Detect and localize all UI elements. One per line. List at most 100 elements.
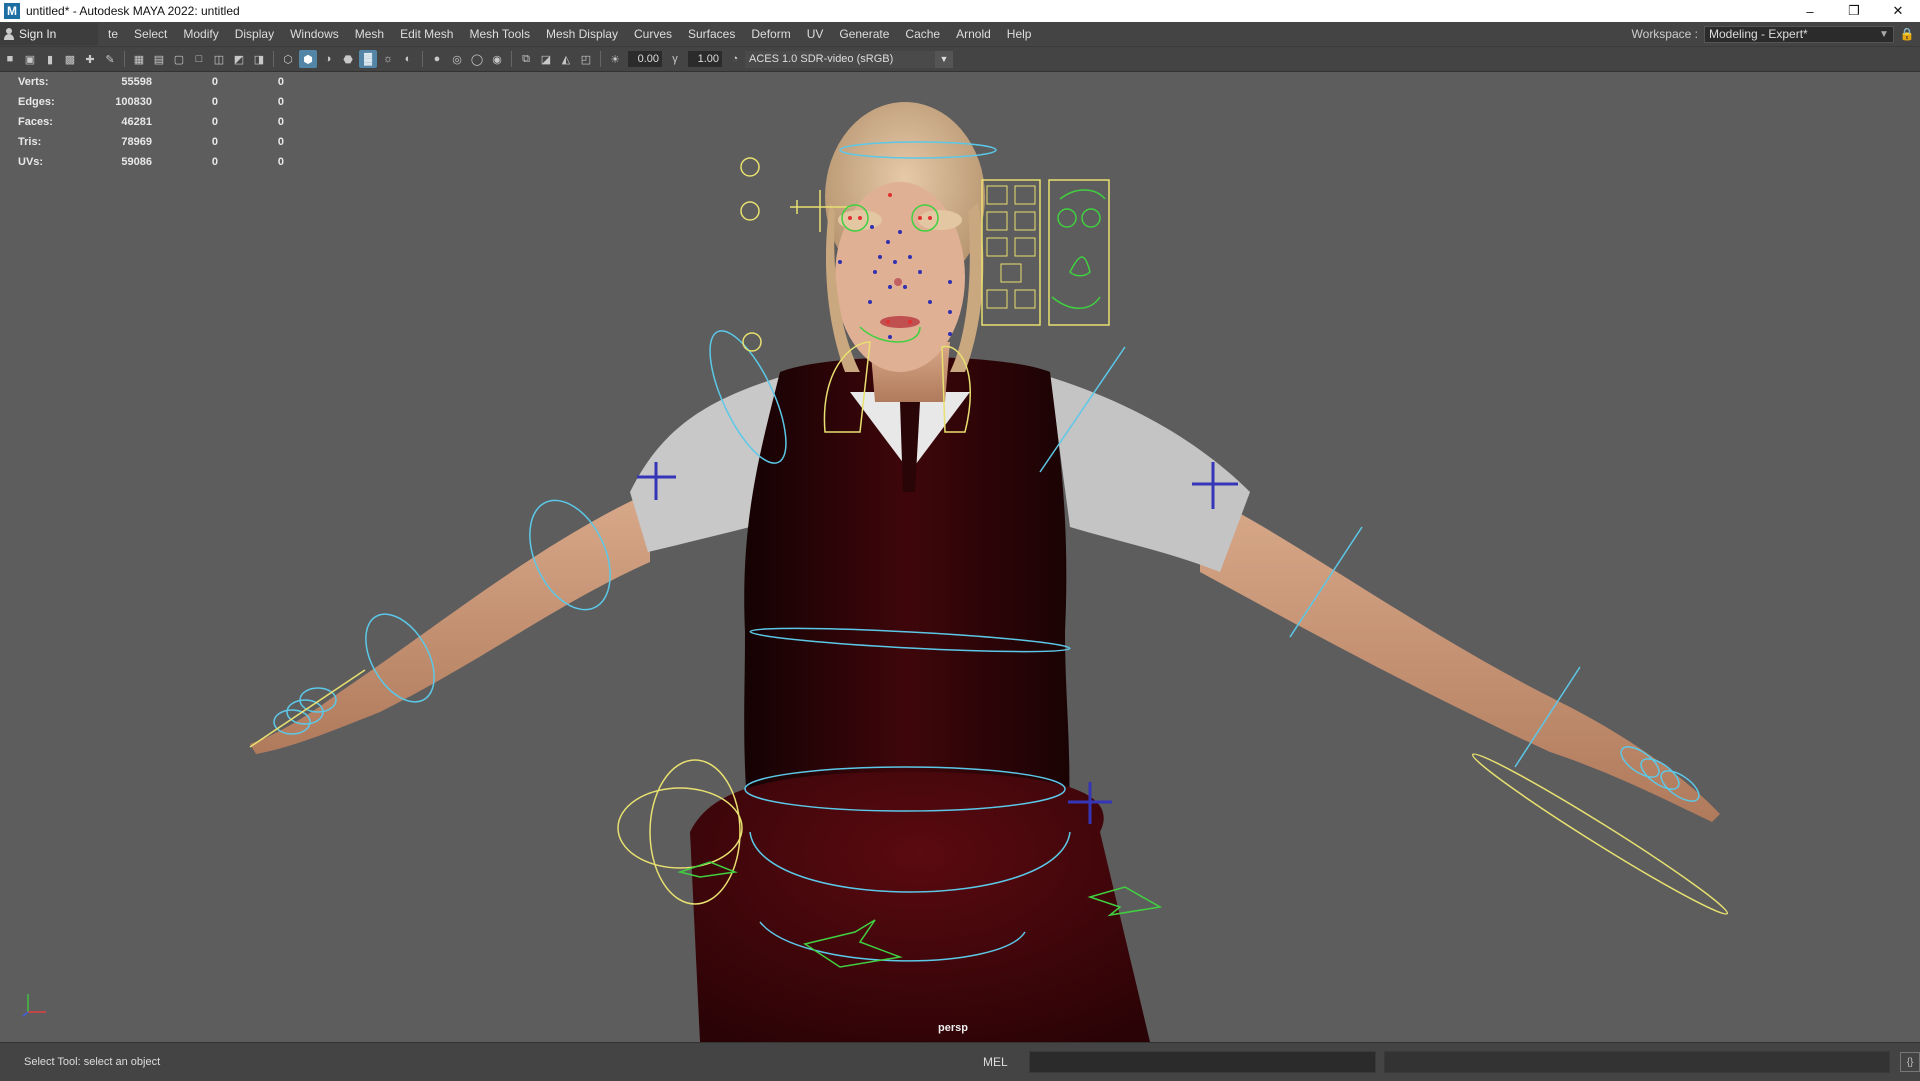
main-menubar: Sign In te Select Modify Display Windows… — [0, 22, 1920, 47]
smooth-shade-icon[interactable]: ⬢ — [299, 50, 317, 68]
use-all-lights-icon[interactable]: ☼ — [379, 50, 397, 68]
toolbar-divider — [124, 51, 125, 67]
gamma-field[interactable]: 1.00 — [688, 51, 722, 67]
maya-logo-icon: M — [4, 3, 20, 19]
view-axis-gizmo-icon — [22, 994, 46, 1017]
hud-other: 0 — [277, 156, 284, 168]
hud-label: Verts: — [18, 76, 49, 88]
workspace-selector: Workspace : Modeling - Expert* ▼ 🔒 — [1632, 22, 1920, 46]
gate-mask-icon[interactable]: □ — [190, 50, 208, 68]
window-title: untitled* - Autodesk MAYA 2022: untitled — [26, 4, 240, 18]
textured-icon[interactable]: ▓ — [359, 50, 377, 68]
face-panel-sliders — [986, 185, 1036, 309]
menu-item-uv[interactable]: UV — [799, 27, 832, 41]
menu-item-mesh-tools[interactable]: Mesh Tools — [461, 27, 537, 41]
hud-value: 100830 — [115, 96, 152, 108]
anti-aliasing-icon[interactable]: ◯ — [468, 50, 486, 68]
menu-item-select[interactable]: Select — [126, 27, 175, 41]
hud-row-verts: Verts: 55598 0 0 — [18, 72, 284, 92]
close-icon[interactable]: ✕ — [1876, 0, 1920, 22]
menu-item-mesh[interactable]: Mesh — [347, 27, 392, 41]
poly-count-hud: Verts: 55598 0 0 Edges: 100830 0 0 Faces… — [18, 72, 284, 172]
chevron-down-icon[interactable]: ▼ — [935, 50, 953, 68]
depth-of-field-icon[interactable]: ◉ — [488, 50, 506, 68]
camera-label: persp — [938, 1022, 968, 1034]
safe-title-icon[interactable]: ◨ — [250, 50, 268, 68]
two-d-pan-icon[interactable]: ✚ — [81, 50, 99, 68]
mel-toggle-button[interactable]: MEL — [983, 1055, 1023, 1069]
default-material-icon[interactable]: ◑ — [319, 50, 337, 68]
xray-joints-icon[interactable]: ◭ — [557, 50, 575, 68]
wireframe-icon[interactable]: ⬡ — [279, 50, 297, 68]
workspace-value: Modeling - Expert* — [1709, 27, 1808, 41]
help-line: Select Tool: select an object — [24, 1056, 161, 1068]
safe-action-icon[interactable]: ◩ — [230, 50, 248, 68]
ambient-occlusion-icon[interactable]: ● — [428, 50, 446, 68]
grease-pencil-icon[interactable]: ✎ — [101, 50, 119, 68]
menu-item-surfaces[interactable]: Surfaces — [680, 27, 743, 41]
camera-attributes-icon[interactable]: ▣ — [21, 50, 39, 68]
resolution-gate-icon[interactable]: ▢ — [170, 50, 188, 68]
color-space-dropdown[interactable]: ACES 1.0 SDR-video (sRGB) — [745, 50, 935, 68]
hud-other: 0 — [277, 96, 284, 108]
hud-selected: 0 — [211, 136, 218, 148]
lock-icon[interactable]: 🔒 — [1894, 27, 1920, 41]
gamma-icon[interactable]: γ — [666, 50, 684, 68]
hud-other: 0 — [277, 116, 284, 128]
toolbar-divider — [511, 51, 512, 67]
viewport-panel-toolbar: ■ ▣ ▮ ▩ ✚ ✎ ▦ ▤ ▢ □ ◫ ◩ ◨ ⬡ ⬢ ◑ ⬣ ▓ ☼ ◐ … — [0, 47, 1920, 72]
xray-icon[interactable]: ◪ — [537, 50, 555, 68]
menu-items: te Select Modify Display Windows Mesh Ed… — [100, 27, 1039, 41]
film-gate-icon[interactable]: ▤ — [150, 50, 168, 68]
hud-other: 0 — [277, 136, 284, 148]
hud-label: Faces: — [18, 116, 53, 128]
exposure-icon[interactable]: ☀ — [606, 50, 624, 68]
menu-item-mesh-display[interactable]: Mesh Display — [538, 27, 626, 41]
xray-components-icon[interactable]: ◰ — [577, 50, 595, 68]
select-camera-icon[interactable]: ■ — [1, 50, 19, 68]
sign-in-label: Sign In — [19, 27, 57, 41]
mel-result-field — [1383, 1051, 1891, 1073]
menu-item-cache[interactable]: Cache — [897, 27, 948, 41]
perspective-viewport[interactable]: Verts: 55598 0 0 Edges: 100830 0 0 Faces… — [0, 72, 1920, 1042]
menu-item-display[interactable]: Display — [227, 27, 282, 41]
field-chart-icon[interactable]: ◫ — [210, 50, 228, 68]
motion-blur-icon[interactable]: ◎ — [448, 50, 466, 68]
menu-item-curves[interactable]: Curves — [626, 27, 680, 41]
poly-count-table: Verts: 55598 0 0 Edges: 100830 0 0 Faces… — [18, 72, 284, 172]
restore-icon[interactable]: ❐ — [1832, 0, 1876, 22]
hud-other: 0 — [277, 76, 284, 88]
exposure-field[interactable]: 0.00 — [628, 51, 662, 67]
scene-render — [249, 102, 1729, 1042]
menu-item-generate[interactable]: Generate — [831, 27, 897, 41]
bookmark-icon[interactable]: ▮ — [41, 50, 59, 68]
menu-item-modify[interactable]: Modify — [175, 27, 226, 41]
wireframe-on-shaded-icon[interactable]: ⬣ — [339, 50, 357, 68]
toolbar-divider — [422, 51, 423, 67]
menu-item-arnold[interactable]: Arnold — [948, 27, 999, 41]
hud-row-uvs: UVs: 59086 0 0 — [18, 152, 284, 172]
window-controls: – ❐ ✕ — [1788, 0, 1920, 22]
shadows-icon[interactable]: ◐ — [399, 50, 417, 68]
hud-label: Tris: — [18, 136, 42, 148]
image-plane-icon[interactable]: ▩ — [61, 50, 79, 68]
hud-row-tris: Tris: 78969 0 0 — [18, 132, 284, 152]
menu-item-file[interactable]: te — [100, 27, 126, 41]
hud-value: 55598 — [121, 76, 152, 88]
menu-item-help[interactable]: Help — [999, 27, 1040, 41]
mel-command-input[interactable] — [1028, 1051, 1376, 1073]
hud-selected: 0 — [211, 76, 218, 88]
menu-item-edit-mesh[interactable]: Edit Mesh — [392, 27, 461, 41]
script-editor-icon[interactable]: {} — [1900, 1052, 1920, 1072]
workspace-dropdown[interactable]: Modeling - Expert* ▼ — [1704, 25, 1894, 43]
isolate-select-icon[interactable]: ⧉ — [517, 50, 535, 68]
toolbar-divider — [600, 51, 601, 67]
color-management-icon[interactable]: ◔ — [726, 50, 744, 68]
menu-item-windows[interactable]: Windows — [282, 27, 347, 41]
menu-item-deform[interactable]: Deform — [743, 27, 798, 41]
minimize-icon[interactable]: – — [1788, 0, 1832, 22]
grid-icon[interactable]: ▦ — [130, 50, 148, 68]
hud-value: 46281 — [121, 116, 152, 128]
hud-row-edges: Edges: 100830 0 0 — [18, 92, 284, 112]
sign-in-button[interactable]: Sign In — [0, 23, 98, 45]
